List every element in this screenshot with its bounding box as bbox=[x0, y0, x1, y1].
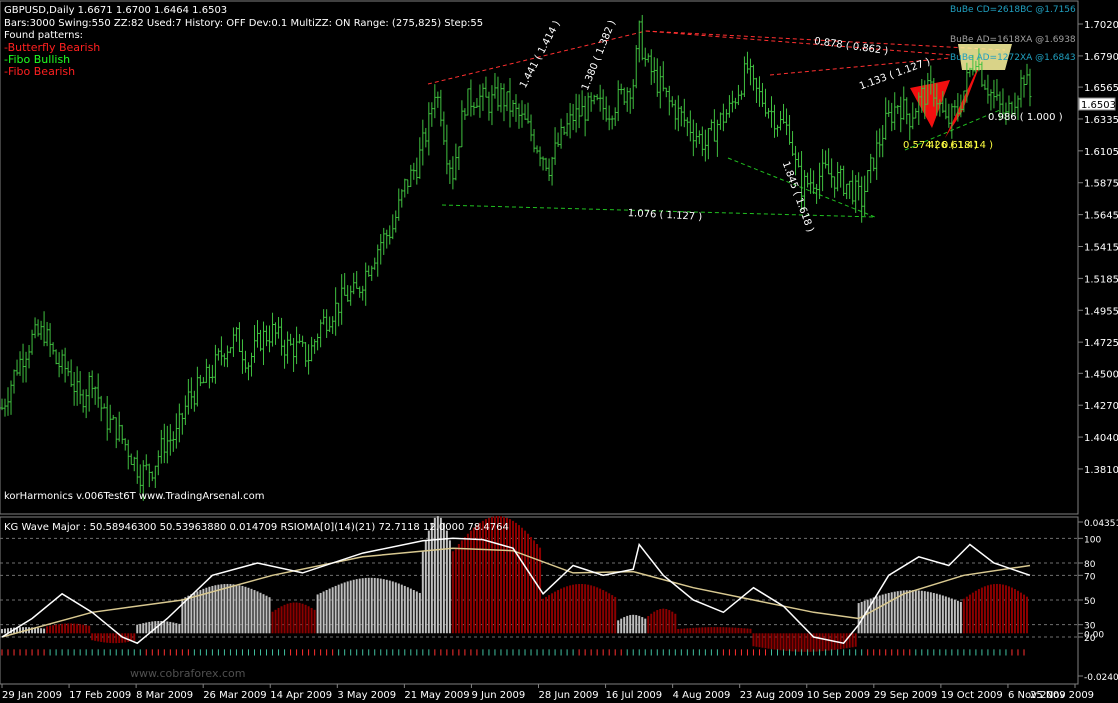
ind-y-tick-label: 70 bbox=[1084, 572, 1096, 582]
fib-annotation: 0.986 ( 1.000 ) bbox=[988, 112, 1063, 123]
x-tick-label: 23 Aug 2009 bbox=[740, 690, 804, 701]
x-tick-label: 21 May 2009 bbox=[404, 690, 469, 701]
price-y-tick-label: 1.6790 bbox=[1084, 52, 1118, 63]
price-y-tick-label: 1.4500 bbox=[1084, 369, 1118, 380]
price-y-tick-label: 1.5875 bbox=[1084, 179, 1118, 190]
x-tick-label: 14 Apr 2009 bbox=[270, 690, 332, 701]
ind-y-tick-label: 100 bbox=[1084, 535, 1101, 545]
fib-annotation: 426 ( 1.414 ) bbox=[928, 140, 994, 151]
price-y-axis: 1.7020 1.6790 1.6565 1.6335 1.6105 1.5875 1.56… bbox=[1078, 20, 1118, 476]
price-y-tick-label: 1.4040 bbox=[1084, 433, 1118, 444]
ind-y-tick-label: 0.00 bbox=[1084, 630, 1104, 640]
symbol-info: GBPUSD,Daily 1.6671 1.6700 1.6464 1.6503 bbox=[4, 5, 228, 16]
price-y-tick-label: 1.5645 bbox=[1084, 211, 1118, 222]
x-tick-label: 29 Sep 2009 bbox=[874, 690, 937, 701]
credit-footer: korHarmonics v.006Test6T www.TradingArse… bbox=[4, 491, 265, 502]
price-y-tick-label: 1.5415 bbox=[1084, 242, 1118, 253]
x-tick-label: 3 May 2009 bbox=[337, 690, 396, 701]
settings-info: Bars:3000 Swing:550 ZZ:82 Used:7 History… bbox=[4, 18, 484, 29]
price-y-tick-label: 1.4270 bbox=[1084, 401, 1118, 412]
ind-y-tick-label: 0.043516 bbox=[1084, 519, 1118, 529]
x-tick-label: 17 Feb 2009 bbox=[69, 690, 131, 701]
price-chart: 1.7020 1.6790 1.6565 1.6335 1.6105 1.5875 1.56… bbox=[0, 0, 1118, 516]
x-tick-label: 26 Mar 2009 bbox=[203, 690, 266, 701]
x-tick-label: 19 Oct 2009 bbox=[941, 690, 1003, 701]
ind-y-tick-label: 50 bbox=[1084, 597, 1096, 607]
indicator-header: KG Wave Major : 50.58946300 50.53963880 … bbox=[4, 522, 509, 533]
target-label-ad1: BuBe AD=1618XA @1.6938 bbox=[950, 35, 1076, 45]
ind-y-tick-label: -0.02404 bbox=[1084, 673, 1118, 683]
price-y-tick-label: 1.3810 bbox=[1084, 465, 1118, 476]
price-y-tick-label: 1.6565 bbox=[1084, 83, 1118, 94]
found-patterns-label: Found patterns: bbox=[4, 30, 84, 41]
pattern-fibo-bearish: -Fibo Bearish bbox=[4, 65, 76, 78]
x-tick-label: 29 Jan 2009 bbox=[2, 690, 62, 701]
price-y-tick-label: 1.4955 bbox=[1084, 306, 1118, 317]
current-price-label: 1.6503 bbox=[1081, 100, 1116, 111]
price-y-tick-label: 1.6335 bbox=[1084, 115, 1118, 126]
x-tick-label: 10 Sep 2009 bbox=[807, 690, 870, 701]
x-tick-label: 4 Aug 2009 bbox=[673, 690, 731, 701]
x-tick-label: 9 Jun 2009 bbox=[471, 690, 525, 701]
watermark: www.cobraforex.com bbox=[130, 667, 246, 680]
ind-y-tick-label: 80 bbox=[1084, 560, 1096, 570]
x-tick-label: 16 Jul 2009 bbox=[606, 690, 663, 701]
x-tick-label: 25 Nov 2009 bbox=[1030, 690, 1094, 701]
target-label-cd: BuBe CD=2618BC @1.7156 bbox=[950, 5, 1076, 15]
price-y-tick-label: 1.7020 bbox=[1084, 20, 1118, 31]
x-tick-label: 8 Mar 2009 bbox=[136, 690, 193, 701]
price-y-tick-label: 1.6105 bbox=[1084, 147, 1118, 158]
x-tick-label: 28 Jun 2009 bbox=[539, 690, 599, 701]
target-label-ad2: BuBe AD=1272XA @1.6843 bbox=[950, 53, 1076, 63]
price-y-tick-label: 1.5185 bbox=[1084, 274, 1118, 285]
price-y-tick-label: 1.4725 bbox=[1084, 338, 1118, 349]
